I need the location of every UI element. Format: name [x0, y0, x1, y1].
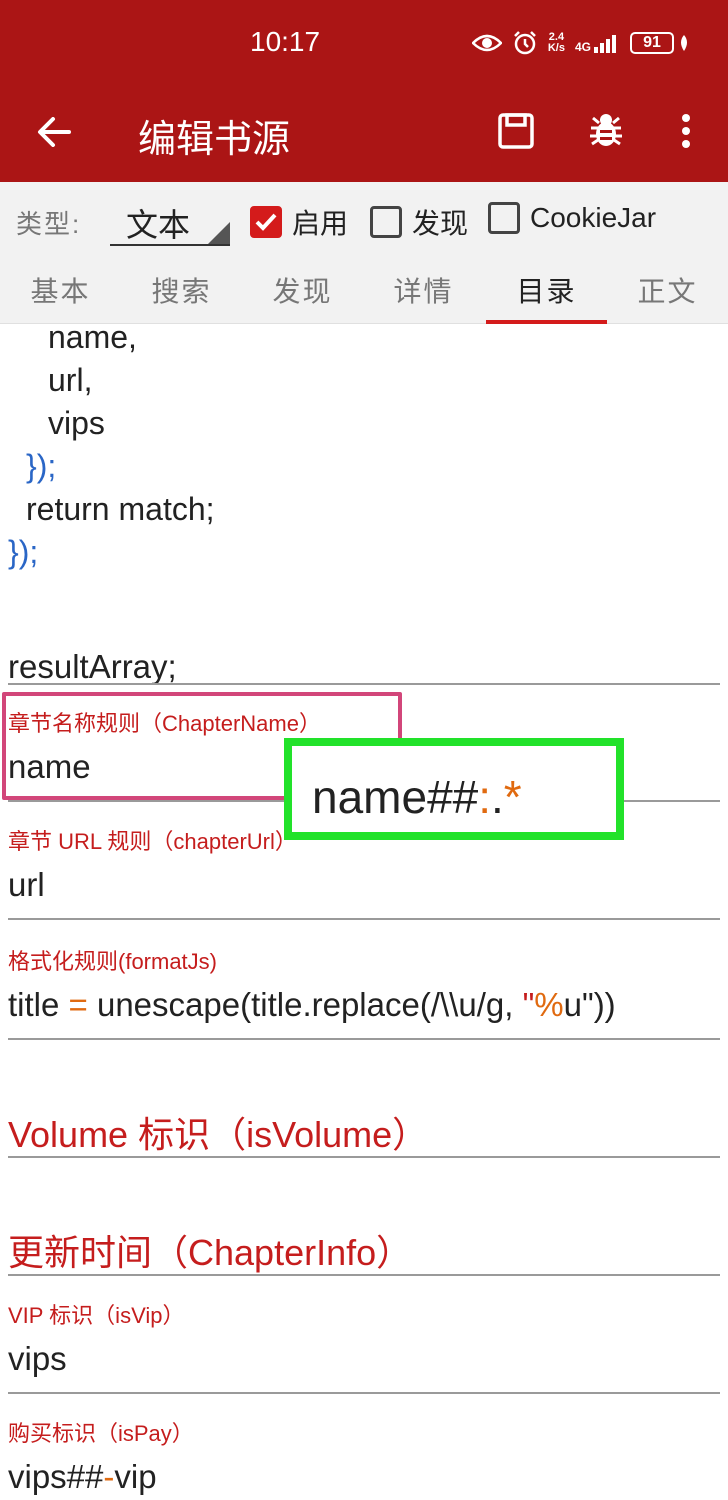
operator-token: = — [68, 986, 88, 1023]
signal-indicator: 4G — [575, 33, 620, 53]
is-vip-label: VIP 标识（isVip） — [8, 1303, 185, 1328]
tab-basic[interactable]: 基本 — [0, 256, 121, 324]
save-button[interactable] — [494, 106, 538, 156]
status-bar: 10:17 2.4 K/s 4G 91 — [0, 0, 728, 86]
code-editor[interactable]: name, url, vips}); return match;}); — [8, 324, 215, 574]
enable-label: 启用 — [292, 208, 349, 239]
field-underline — [8, 1392, 720, 1394]
toc-rule-field[interactable]: resultArray; — [8, 638, 720, 686]
is-pay-field[interactable]: 购买标识（isPay） vips##-vip — [8, 1416, 720, 1496]
code-token: vips## — [8, 1458, 104, 1495]
annotation-token: . — [491, 771, 504, 823]
back-button[interactable] — [28, 106, 80, 158]
is-pay-value: vips##-vip — [8, 1458, 720, 1496]
leaf-icon — [681, 35, 687, 51]
cookiejar-label: CookieJar — [530, 202, 657, 233]
is-volume-label: Volume 标识（isVolume） — [8, 1114, 429, 1155]
tab-search[interactable]: 搜索 — [121, 256, 242, 324]
cookiejar-checkbox[interactable]: CookieJar — [488, 202, 656, 234]
source-type-row: 类型: 文本 启用 发现 CookieJar — [0, 182, 728, 256]
field-underline — [8, 1156, 720, 1158]
code-line: }); — [26, 448, 57, 484]
chapter-info-field[interactable]: 更新时间（ChapterInfo） — [8, 1224, 720, 1276]
code-token: title — [8, 986, 69, 1023]
chapter-info-label: 更新时间（ChapterInfo） — [8, 1232, 413, 1273]
battery-icon: 91 — [630, 32, 674, 54]
more-options-button[interactable] — [668, 106, 704, 156]
back-arrow-icon — [38, 117, 71, 147]
is-volume-field[interactable]: Volume 标识（isVolume） — [8, 1106, 720, 1158]
code-line: return match; — [26, 491, 215, 527]
page-title: 编辑书源 — [138, 119, 291, 161]
tab-bar: 基本 搜索 发现 详情 目录 正文 — [0, 256, 728, 324]
checkbox-checked-icon — [250, 206, 282, 238]
field-underline — [8, 918, 720, 920]
field-underline — [8, 1274, 720, 1276]
operator-token: % — [534, 986, 564, 1023]
debug-button[interactable] — [584, 106, 628, 156]
discover-label: 发现 — [412, 208, 469, 239]
app-header: 10:17 2.4 K/s 4G 91 编辑书源 — [0, 0, 728, 182]
battery-indicator: 91 — [630, 32, 690, 54]
network-type: 4G — [574, 40, 591, 54]
operator-token: - — [103, 1458, 115, 1495]
code-line: }); — [8, 534, 39, 570]
net-speed: 2.4 K/s — [548, 32, 565, 54]
type-value: 文本 — [126, 207, 191, 243]
code-line: vips — [48, 405, 105, 441]
annotation-text: name##:.* — [312, 770, 522, 824]
enable-checkbox[interactable]: 启用 — [250, 202, 348, 242]
field-underline — [8, 683, 720, 685]
is-vip-value: vips — [8, 1340, 67, 1377]
format-js-value: title = unescape(title.replace(/\\u/g, "… — [8, 986, 720, 1024]
is-pay-label: 购买标识（isPay） — [8, 1421, 194, 1446]
rule-editor-content: name, url, vips}); return match;}); resultA… — [0, 324, 728, 1500]
status-icons: 2.4 K/s 4G 91 — [471, 28, 690, 58]
checkbox-empty-icon — [488, 202, 520, 234]
discover-checkbox[interactable]: 发现 — [370, 202, 468, 242]
checkbox-empty-icon — [370, 206, 402, 238]
alarm-icon — [513, 31, 536, 55]
code-token: unescape(title.replace(/\\u/g, — [87, 986, 523, 1023]
annotation-operator: * — [503, 771, 522, 823]
code-token: u")) — [563, 986, 616, 1023]
format-js-field[interactable]: 格式化规则(formatJs) title = unescape(title.r… — [8, 944, 720, 1040]
tab-content[interactable]: 正文 — [607, 256, 728, 324]
annotation-operator: : — [478, 771, 492, 823]
annotation-token: name## — [312, 771, 479, 823]
more-vert-icon — [682, 114, 690, 148]
signal-icon — [594, 35, 616, 53]
code-line: url, — [48, 362, 93, 398]
string-quote-token: " — [522, 986, 535, 1023]
code-line: name, — [48, 324, 137, 355]
eye-icon — [471, 34, 502, 52]
annotation-callout: name##:.* — [284, 738, 624, 840]
app-bar: 编辑书源 — [0, 86, 728, 182]
net-speed-unit: K/s — [547, 42, 565, 54]
battery-level: 91 — [643, 34, 661, 51]
toc-rule-value: resultArray; — [8, 648, 177, 685]
is-vip-field[interactable]: VIP 标识（isVip） vips — [8, 1298, 720, 1394]
tab-discover[interactable]: 发现 — [242, 256, 363, 324]
chapter-url-value: url — [8, 866, 45, 903]
tab-detail[interactable]: 详情 — [363, 256, 484, 324]
save-icon — [498, 113, 534, 149]
tab-toc[interactable]: 目录 — [486, 256, 607, 324]
type-label: 类型: — [16, 209, 82, 239]
code-token: vip — [114, 1458, 157, 1495]
type-select[interactable]: 文本 — [110, 194, 230, 246]
format-js-label: 格式化规则(formatJs) — [8, 949, 218, 974]
status-time: 10:17 — [250, 26, 321, 57]
field-underline — [8, 1038, 720, 1040]
bug-icon — [590, 114, 622, 146]
dropdown-triangle-icon — [208, 222, 230, 244]
